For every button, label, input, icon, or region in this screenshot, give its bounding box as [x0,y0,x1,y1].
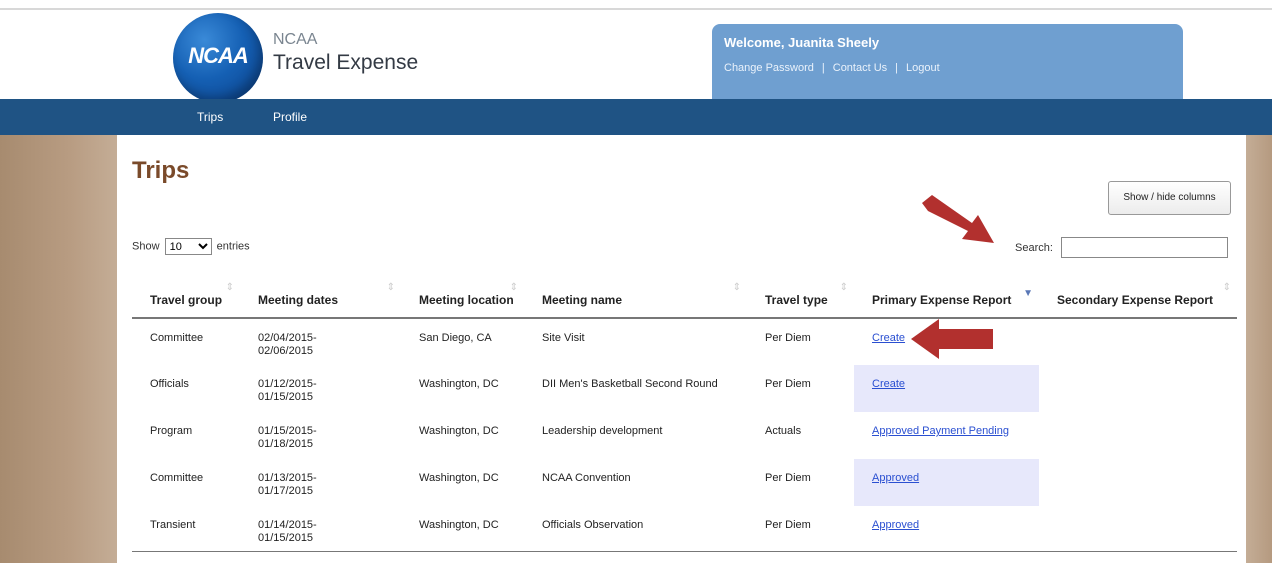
cell-secondary-expense-report [1039,318,1237,365]
app-name-org: NCAA [273,31,318,48]
page-background-left [0,135,117,563]
cell-meeting-name: Officials Observation [524,506,747,552]
entries-per-page-select[interactable]: 10 [164,238,212,255]
column-label: Travel group [150,293,223,307]
show-hide-columns-button[interactable]: Show / hide columns [1108,181,1231,215]
sort-icon: ⇕ [386,282,395,293]
column-header-meeting-location[interactable]: Meeting location ⇕ [401,274,524,319]
column-header-travel-group[interactable]: Travel group ⇕ [132,274,240,319]
cell-meeting-dates: 01/13/2015- 01/17/2015 [258,472,317,497]
cell-travel-type: Per Diem [747,318,854,365]
cell-secondary-expense-report [1039,506,1237,552]
table-row: Officials 01/12/2015- 01/15/2015 Washing… [132,365,1237,412]
cell-meeting-location: Washington, DC [401,412,524,459]
cell-secondary-expense-report [1039,412,1237,459]
cell-meeting-dates: 01/14/2015- 01/15/2015 [240,506,401,552]
trips-table: Travel group ⇕ Meeting dates ⇕ Meeting loc… [132,274,1237,552]
cell-primary-expense-report: Approved Payment Pending [854,412,1039,459]
cell-primary-expense-report: Approved [854,459,1039,506]
table-row: Committee 02/04/2015- 02/06/2015 San Die… [132,318,1237,365]
sort-icon: ⇕ [732,282,741,293]
cell-secondary-expense-report [1039,365,1237,412]
column-header-primary-expense-report[interactable]: Primary Expense Report ▼ [854,274,1039,319]
cell-travel-type: Per Diem [765,378,811,390]
table-row: Program 01/15/2015- 01/18/2015 Washingto… [132,412,1237,459]
page-background-right [1246,135,1272,563]
nav-item-trips[interactable]: Trips [197,110,223,124]
sort-icon: ⇕ [839,282,848,293]
contact-us-link[interactable]: Contact Us [833,62,887,74]
create-report-link[interactable]: Create [872,332,905,344]
annotation-arrow-search-icon [922,195,994,243]
logout-link[interactable]: Logout [906,62,940,74]
cell-meeting-dates: 01/15/2015- 01/18/2015 [240,412,401,459]
page-title: Trips [132,157,190,184]
column-label: Meeting name [542,293,623,307]
account-panel: Welcome, Juanita Sheely Change Password |… [712,24,1183,99]
column-label: Meeting dates [258,293,339,307]
cell-meeting-dates: 02/04/2015- 02/06/2015 [240,318,401,365]
approved-link[interactable]: Approved [872,519,919,531]
entries-length-control: Show 10 entries [132,238,250,255]
change-password-link[interactable]: Change Password [724,62,814,74]
welcome-message: Welcome, Juanita Sheely [724,35,880,50]
cell-primary-expense-report: Create [854,365,1039,412]
column-label: Travel type [765,293,828,307]
annotation-arrow-create-icon [911,319,993,359]
length-prefix: Show [132,240,160,253]
main-nav: Trips Profile [0,99,1272,135]
cell-meeting-dates: 01/12/2015- 01/15/2015 [258,378,317,403]
cell-primary-expense-report: Approved [854,506,1039,552]
cell-travel-group: Program [132,412,240,459]
cell-secondary-expense-report [1039,459,1237,506]
logo-text: NCAA [188,43,249,68]
cell-travel-group: Officials [150,378,189,390]
column-header-meeting-name[interactable]: Meeting name ⇕ [524,274,747,319]
nav-item-profile[interactable]: Profile [273,110,307,124]
sort-icon: ⇕ [1222,282,1231,293]
cell-meeting-location: Washington, DC [401,506,524,552]
cell-travel-group: Committee [150,472,204,484]
column-header-meeting-dates[interactable]: Meeting dates ⇕ [240,274,401,319]
column-label: Meeting location [419,293,514,307]
column-label: Primary Expense Report [872,293,1012,307]
cell-meeting-location: Washington, DC [419,378,499,390]
sort-icon: ⇕ [225,282,234,293]
column-header-secondary-expense-report[interactable]: Secondary Expense Report ⇕ [1039,274,1237,319]
cell-meeting-location: San Diego, CA [401,318,524,365]
sort-desc-icon: ▼ [1023,288,1033,299]
main-content: Trips Show / hide columns Show 10 entrie… [117,135,1246,563]
create-report-link[interactable]: Create [872,378,905,390]
column-header-travel-type[interactable]: Travel type ⇕ [747,274,854,319]
cell-meeting-name: Site Visit [524,318,747,365]
app-name-product: Travel Expense [273,51,419,74]
table-row: Committee 01/13/2015- 01/17/2015 Washing… [132,459,1237,506]
link-separator: | [895,62,899,74]
search-input[interactable] [1061,237,1228,258]
cell-meeting-location: Washington, DC [419,472,499,484]
cell-travel-group: Committee [132,318,240,365]
table-header-row: Travel group ⇕ Meeting dates ⇕ Meeting loc… [132,274,1237,319]
sort-icon: ⇕ [509,282,518,293]
approved-payment-pending-link[interactable]: Approved Payment Pending [872,425,1009,437]
cell-meeting-name: Leadership development [524,412,747,459]
cell-travel-type: Per Diem [765,472,811,484]
table-row: Transient 01/14/2015- 01/15/2015 Washing… [132,506,1237,552]
cell-travel-group: Transient [132,506,240,552]
search-label: Search: [1015,242,1053,254]
link-separator: | [821,62,825,74]
cell-meeting-name: DII Men's Basketball Second Round [542,378,718,390]
approved-link[interactable]: Approved [872,472,919,484]
cell-travel-type: Actuals [747,412,854,459]
length-suffix: entries [216,240,250,253]
cell-meeting-name: NCAA Convention [542,472,631,484]
column-label: Secondary Expense Report [1057,293,1214,307]
account-links: Change Password | Contact Us | Logout [724,62,940,74]
cell-travel-type: Per Diem [747,506,854,552]
